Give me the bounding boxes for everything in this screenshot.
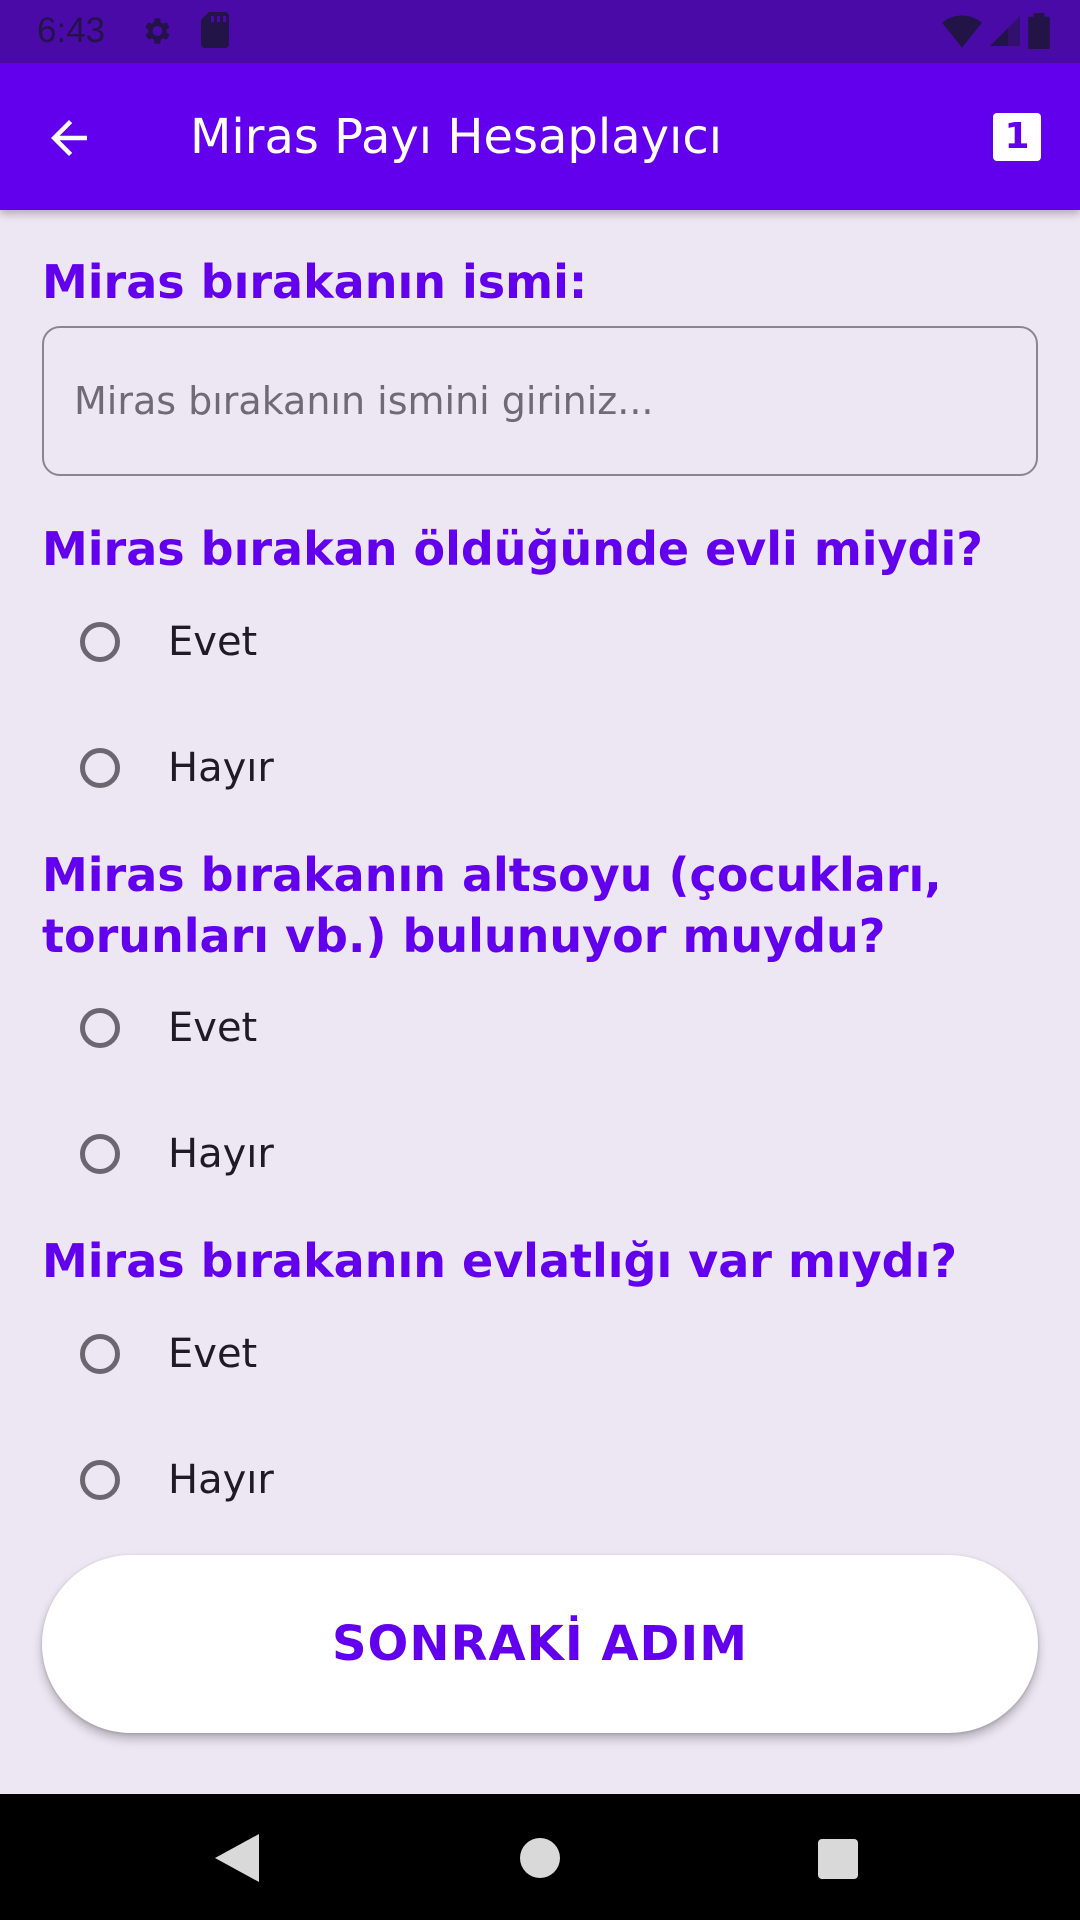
question-adopted-label: Miras bırakanın evlatlığı var mıydı?: [42, 1234, 958, 1288]
status-time: 6:43: [37, 11, 106, 50]
radio-circle[interactable]: [80, 748, 120, 788]
radio-label: Evet: [168, 1005, 258, 1051]
page-title: Miras Payı Hesaplayıcı: [190, 109, 723, 165]
radio-label: Hayır: [168, 1131, 274, 1177]
nav-recents-icon[interactable]: [818, 1839, 858, 1879]
nav-home-icon[interactable]: [520, 1838, 560, 1878]
radio-circle[interactable]: [80, 1334, 120, 1374]
question-married-label: Miras bırakan öldüğünde evli miydi?: [42, 522, 983, 576]
radio-circle[interactable]: [80, 1008, 120, 1048]
radio-adopted-no[interactable]: Hayır: [80, 1432, 780, 1528]
deceased-name-input[interactable]: [42, 326, 1038, 476]
wifi-icon: [942, 15, 982, 48]
next-step-button[interactable]: SONRAKİ ADIM: [42, 1555, 1038, 1733]
navigation-bar: [0, 1794, 1080, 1920]
radio-label: Hayır: [168, 745, 274, 791]
radio-circle[interactable]: [80, 1460, 120, 1500]
counter-badge[interactable]: 1: [993, 113, 1041, 161]
gear-icon: [145, 18, 170, 44]
radio-label: Hayır: [168, 1457, 274, 1503]
status-bar: 6:43: [0, 0, 1080, 63]
radio-adopted-yes[interactable]: Evet: [80, 1306, 780, 1402]
app-bar: Miras Payı Hesaplayıcı 1: [0, 63, 1080, 210]
radio-descendants-yes[interactable]: Evet: [80, 980, 780, 1076]
radio-descendants-no[interactable]: Hayır: [80, 1106, 780, 1202]
question-descendants-label: Miras bırakanın altsoyu (çocukları, toru…: [42, 848, 942, 963]
radio-circle[interactable]: [80, 622, 120, 662]
radio-label: Evet: [168, 1331, 258, 1377]
radio-married-yes[interactable]: Evet: [80, 594, 780, 690]
radio-married-no[interactable]: Hayır: [80, 720, 780, 816]
radio-circle[interactable]: [80, 1134, 120, 1174]
sd-card-icon: [201, 12, 229, 48]
nav-back-icon[interactable]: [215, 1834, 259, 1882]
battery-icon: [1028, 13, 1050, 49]
name-question-label: Miras bırakanın ismi:: [42, 255, 588, 309]
arrow-back-icon[interactable]: [42, 111, 96, 165]
status-icons: [942, 13, 1050, 49]
radio-label: Evet: [168, 619, 258, 665]
signal-icon: [990, 16, 1020, 46]
